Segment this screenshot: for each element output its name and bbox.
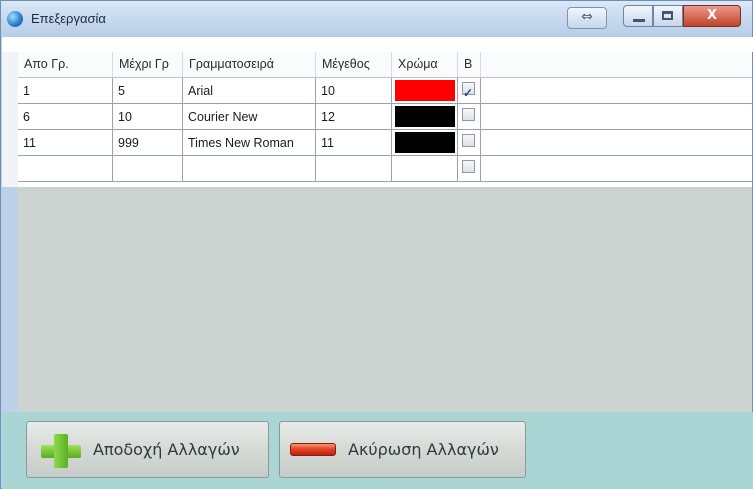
- column-header-color[interactable]: Χρώμα: [392, 52, 458, 77]
- minus-icon: [290, 443, 336, 456]
- cell-filler: [481, 78, 752, 104]
- bold-checkbox[interactable]: ✓: [462, 82, 475, 100]
- cell-size[interactable]: 12: [316, 104, 392, 130]
- data-grid[interactable]: Απο Γρ. Μέχρι Γρ Γραμματοσειρά Μέγεθος Χ…: [18, 52, 752, 412]
- cell-size[interactable]: [316, 156, 392, 182]
- table-row[interactable]: 1 5 Arial 10 ✓: [18, 78, 752, 104]
- column-header-from[interactable]: Απο Γρ.: [18, 52, 113, 77]
- close-icon: X: [706, 8, 718, 23]
- edit-window: Επεξεργασία ⇔ X Απο Γρ. Μέχρι Γρ Γραμματ…: [0, 0, 753, 489]
- cell-from[interactable]: 6: [18, 104, 113, 130]
- bold-checkbox[interactable]: [462, 134, 475, 147]
- column-header-font[interactable]: Γραμματοσειρά: [183, 52, 316, 77]
- row-header-strip: [2, 52, 18, 187]
- cell-to[interactable]: 5: [113, 78, 183, 104]
- color-swatch[interactable]: [395, 80, 455, 101]
- check-icon: ✓: [463, 86, 474, 100]
- title-bar[interactable]: Επεξεργασία ⇔ X: [1, 1, 752, 37]
- cell-size[interactable]: 10: [316, 78, 392, 104]
- column-header-size[interactable]: Μέγεθος: [316, 52, 392, 77]
- cell-from[interactable]: 1: [18, 78, 113, 104]
- table-row[interactable]: 11 999 Times New Roman 11: [18, 130, 752, 156]
- column-header-to[interactable]: Μέχρι Γρ: [113, 52, 183, 77]
- cell-font[interactable]: Times New Roman: [183, 130, 316, 156]
- window-title: Επεξεργασία: [31, 11, 106, 26]
- cell-font[interactable]: Courier New: [183, 104, 316, 130]
- grid-body: Απο Γρ. Μέχρι Γρ Γραμματοσειρά Μέγεθος Χ…: [18, 52, 752, 187]
- app-globe-icon: [7, 11, 23, 27]
- cell-filler: [481, 156, 752, 182]
- cell-bold[interactable]: ✓: [458, 78, 481, 104]
- grid-frame: [2, 37, 753, 52]
- resize-arrows-icon[interactable]: ⇔: [567, 7, 607, 29]
- cell-from[interactable]: [18, 156, 113, 182]
- maximize-icon: [662, 11, 673, 20]
- plus-icon: [41, 434, 81, 468]
- cancel-changes-button[interactable]: Ακύρωση Αλλαγών: [279, 421, 526, 478]
- cell-color[interactable]: [392, 130, 458, 156]
- cell-filler: [481, 130, 752, 156]
- caption-buttons: X: [623, 5, 743, 29]
- cell-font[interactable]: Arial: [183, 78, 316, 104]
- table-row[interactable]: 6 10 Courier New 12: [18, 104, 752, 130]
- grid-header: Απο Γρ. Μέχρι Γρ Γραμματοσειρά Μέγεθος Χ…: [18, 52, 752, 78]
- cell-bold[interactable]: [458, 156, 481, 182]
- cell-from[interactable]: 11: [18, 130, 113, 156]
- minimize-icon: [633, 19, 645, 22]
- minimize-button[interactable]: [623, 5, 653, 27]
- cell-filler: [481, 104, 752, 130]
- bold-checkbox[interactable]: [462, 160, 475, 173]
- maximize-button[interactable]: [653, 5, 683, 27]
- close-button[interactable]: X: [683, 5, 741, 27]
- button-bar: Αποδοχή Αλλαγών Ακύρωση Αλλαγών: [2, 412, 753, 489]
- cell-bold[interactable]: [458, 104, 481, 130]
- color-swatch[interactable]: [395, 106, 455, 127]
- accept-changes-label: Αποδοχή Αλλαγών: [93, 440, 240, 459]
- cell-to[interactable]: 999: [113, 130, 183, 156]
- cell-color[interactable]: [392, 78, 458, 104]
- column-header-bold[interactable]: B: [458, 52, 481, 77]
- cell-to[interactable]: 10: [113, 104, 183, 130]
- accept-changes-button[interactable]: Αποδοχή Αλλαγών: [26, 421, 269, 478]
- cell-bold[interactable]: [458, 130, 481, 156]
- color-swatch[interactable]: [395, 132, 455, 153]
- cell-color[interactable]: [392, 104, 458, 130]
- cell-size[interactable]: 11: [316, 130, 392, 156]
- table-row-new[interactable]: [18, 156, 752, 182]
- cancel-changes-label: Ακύρωση Αλλαγών: [348, 440, 499, 459]
- bold-checkbox[interactable]: [462, 108, 475, 121]
- cell-font[interactable]: [183, 156, 316, 182]
- cell-to[interactable]: [113, 156, 183, 182]
- cell-color[interactable]: [392, 156, 458, 182]
